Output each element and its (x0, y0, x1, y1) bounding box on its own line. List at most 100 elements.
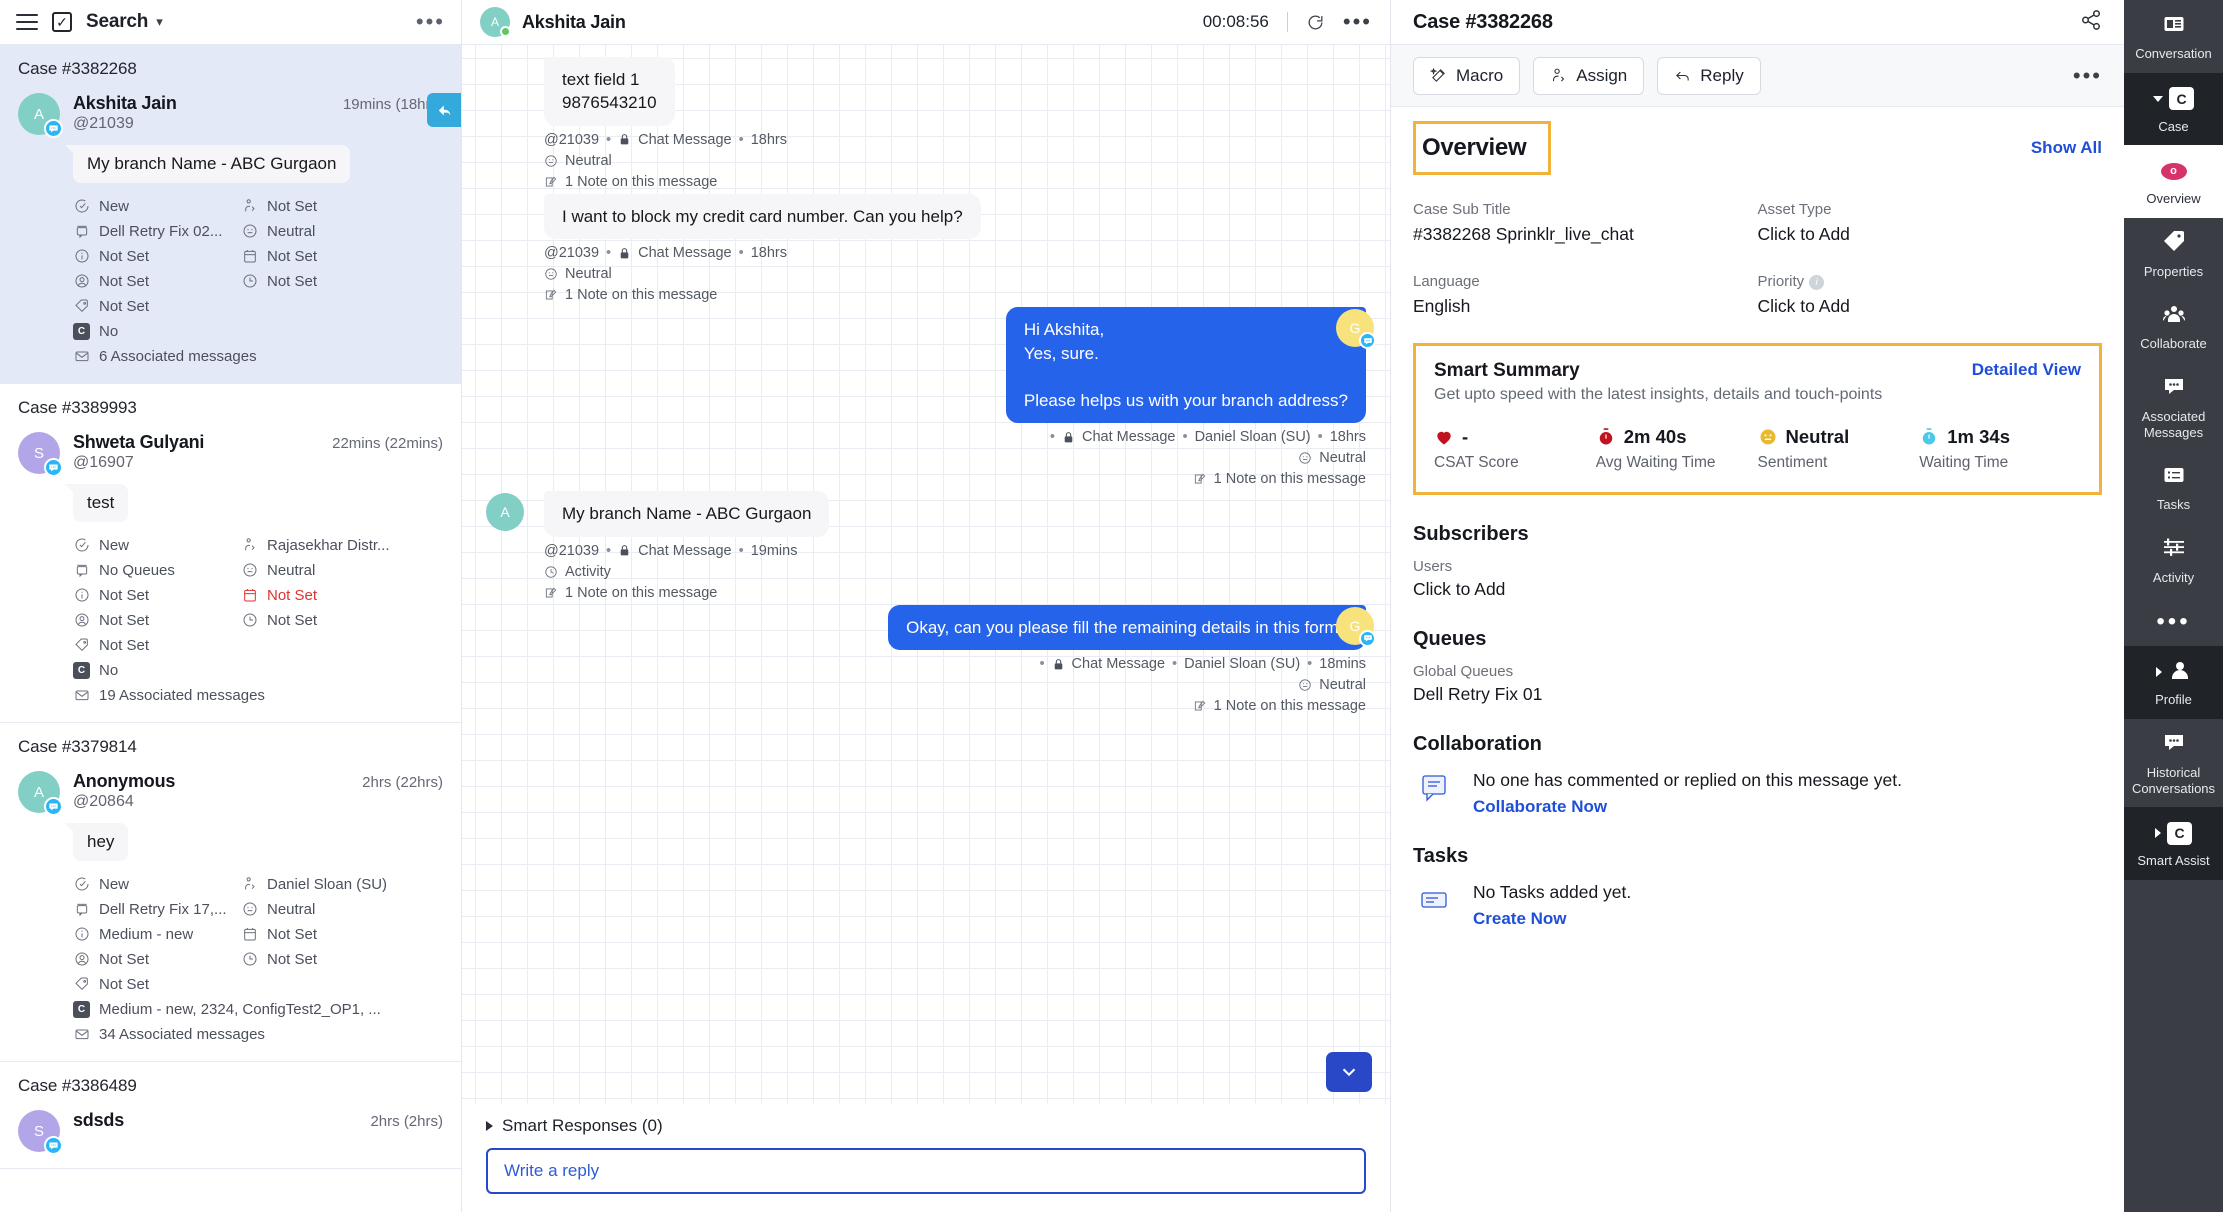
chat-channel-icon (44, 797, 63, 816)
rail-item-label: Properties (2143, 263, 2204, 279)
rail-item-overview[interactable]: o Overview (2124, 145, 2223, 218)
rail-item-smart-assist[interactable]: C Smart Assist (2124, 807, 2223, 880)
message-sentiment: Neutral (486, 677, 1366, 693)
case-more-options-icon[interactable]: ••• (2073, 64, 2102, 86)
rail-item-historical-conversations[interactable]: Historical Conversations (2124, 719, 2223, 807)
chevron-down-icon (2153, 95, 2163, 102)
message-sentiment: Neutral (544, 153, 1366, 169)
status-icon (73, 198, 90, 215)
task-card-icon (1413, 882, 1457, 920)
message-text: Okay, can you please fill the remaining … (888, 604, 1366, 651)
message-age: 18mins (1319, 656, 1366, 673)
message-meta: @21039 • Chat Message • 18hrs (544, 245, 787, 262)
case-meta-item: Not Set (73, 584, 241, 606)
chevron-down-icon[interactable]: ▾ (156, 14, 163, 30)
tag-icon (73, 637, 90, 654)
queue-icon (73, 901, 90, 918)
case-meta-item: Not Set (241, 270, 443, 292)
case-card[interactable]: Case #3379814 A Anonymous @20864 2hrs (22hrs… (0, 723, 461, 1062)
case-associated-messages: 6 Associated messages (73, 345, 443, 367)
rail-item-tasks[interactable]: Tasks (2124, 451, 2223, 524)
case-meta-item: Dell Retry Fix 17,... (73, 898, 241, 920)
select-all-checkbox-icon[interactable]: ✓ (52, 12, 72, 32)
search-label[interactable]: Search (86, 11, 148, 33)
message-note[interactable]: 1 Note on this message (544, 585, 1366, 601)
macro-label: Macro (1456, 65, 1504, 85)
sentiment-icon (241, 223, 258, 240)
field-value[interactable]: English (1413, 296, 1758, 317)
rail-item-collaborate[interactable]: Collaborate (2124, 290, 2223, 363)
case-meta-grid: New Rajasekhar Distr... No Queues Neutral No… (18, 534, 443, 706)
case-meta-item: Daniel Sloan (SU) (241, 873, 443, 895)
case-contact-handle: @16907 (73, 454, 134, 471)
case-card[interactable]: Case #3389993 S Shweta Gulyani @16907 22mins… (0, 384, 461, 723)
envelope-icon (73, 348, 90, 365)
field-value[interactable]: Click to Add (1758, 296, 2103, 317)
message-note[interactable]: 1 Note on this message (486, 471, 1366, 487)
show-all-link[interactable]: Show All (2031, 138, 2102, 158)
case-details-body[interactable]: Overview Show All Case Sub Title #3382268… (1391, 107, 2124, 1212)
chevron-right-icon (486, 1121, 493, 1131)
case-list[interactable]: Case #3382268 A Akshita Jain @21039 19mins (… (0, 45, 461, 1212)
share-icon[interactable] (2080, 9, 2102, 36)
smart-summary-stat: 2m 40s Avg Waiting Time (1596, 426, 1758, 472)
reply-input[interactable]: Write a reply (486, 1148, 1366, 1194)
case-card[interactable]: Case #3386489 Ssdsds 2hrs (2hrs) (0, 1062, 461, 1169)
field-value[interactable]: Click to Add (1758, 224, 2103, 245)
note-icon (544, 586, 558, 600)
case-meta-item: No Queues (73, 559, 241, 581)
message-note[interactable]: 1 Note on this message (544, 287, 1366, 303)
case-meta-item: New (73, 534, 241, 556)
case-icon: C (2167, 821, 2192, 845)
comment-icon (1413, 770, 1457, 808)
field-value[interactable]: #3382268 Sprinklr_live_chat (1413, 224, 1758, 245)
macro-button[interactable]: Macro (1413, 56, 1521, 95)
case-id: Case #3379814 (18, 737, 137, 756)
collaborate-now-link[interactable]: Collaborate Now (1473, 797, 1902, 817)
message-text: Hi Akshita, Yes, sure. Please helps us w… (1005, 307, 1366, 424)
rail-item-properties[interactable]: Properties (2124, 218, 2223, 291)
info-icon[interactable]: i (1809, 275, 1825, 290)
sliders-icon (2162, 535, 2186, 564)
quick-reply-tab[interactable] (427, 93, 461, 127)
left-more-options-icon[interactable]: ••• (416, 11, 445, 33)
case-meta-item: Not Set (241, 923, 443, 945)
case-contact-handle: @21039 (73, 115, 134, 132)
rail-item-profile[interactable]: Profile (2124, 646, 2223, 719)
lock-icon (618, 133, 631, 146)
scroll-to-bottom-button[interactable] (1326, 1052, 1372, 1092)
rail-item-associated-messages[interactable]: Associated Messages (2124, 363, 2223, 451)
conversation-more-icon[interactable]: ••• (1343, 11, 1372, 33)
case-details-header: Case #3382268 (1391, 0, 2124, 45)
case-consent: C Medium - new, 2324, ConfigTest2_OP1, ..… (73, 998, 443, 1020)
message-note[interactable]: 1 Note on this message (486, 698, 1366, 714)
rail-item-more[interactable]: ••• (2124, 596, 2223, 646)
rail-item-conversation[interactable]: Conversation (2124, 0, 2223, 73)
refresh-icon[interactable] (1306, 13, 1325, 32)
case-meta-item: Not Set (241, 195, 443, 217)
queues-label: Global Queues (1413, 663, 1514, 680)
note-icon (1193, 472, 1207, 486)
case-meta-item: Not Set (73, 609, 241, 631)
detailed-view-link[interactable]: Detailed View (1972, 360, 2081, 380)
rail-item-case[interactable]: C Case (2124, 72, 2223, 146)
smart-responses-toggle[interactable]: Smart Responses (0) (462, 1104, 1390, 1148)
right-rail[interactable]: Conversation C Case o Overview Properties Coll… (2124, 0, 2223, 1212)
menu-icon[interactable] (16, 14, 38, 30)
case-meta-item: Neutral (241, 559, 443, 581)
assignee-icon (73, 273, 90, 290)
assign-button[interactable]: Assign (1533, 56, 1645, 95)
message-thread[interactable]: text field 1 9876543210 @21039 • Chat Messa… (462, 45, 1390, 1104)
create-now-link[interactable]: Create Now (1473, 909, 1631, 929)
message-note[interactable]: 1 Note on this message (544, 174, 1366, 190)
reply-button[interactable]: Reply (1657, 56, 1761, 95)
rail-item-activity[interactable]: Activity (2124, 524, 2223, 597)
case-contact-name: Akshita Jain (73, 93, 177, 113)
message-meta: @21039 • Chat Message • 18hrs (544, 131, 787, 148)
case-meta-item: Not Set (73, 245, 241, 267)
rail-item-label: Overview (2146, 191, 2201, 207)
subscribers-value[interactable]: Click to Add (1413, 579, 2102, 600)
case-card[interactable]: Case #3382268 A Akshita Jain @21039 19mins (… (0, 45, 461, 384)
case-meta-item: Not Set (241, 609, 443, 631)
case-icon: C (2169, 87, 2194, 111)
